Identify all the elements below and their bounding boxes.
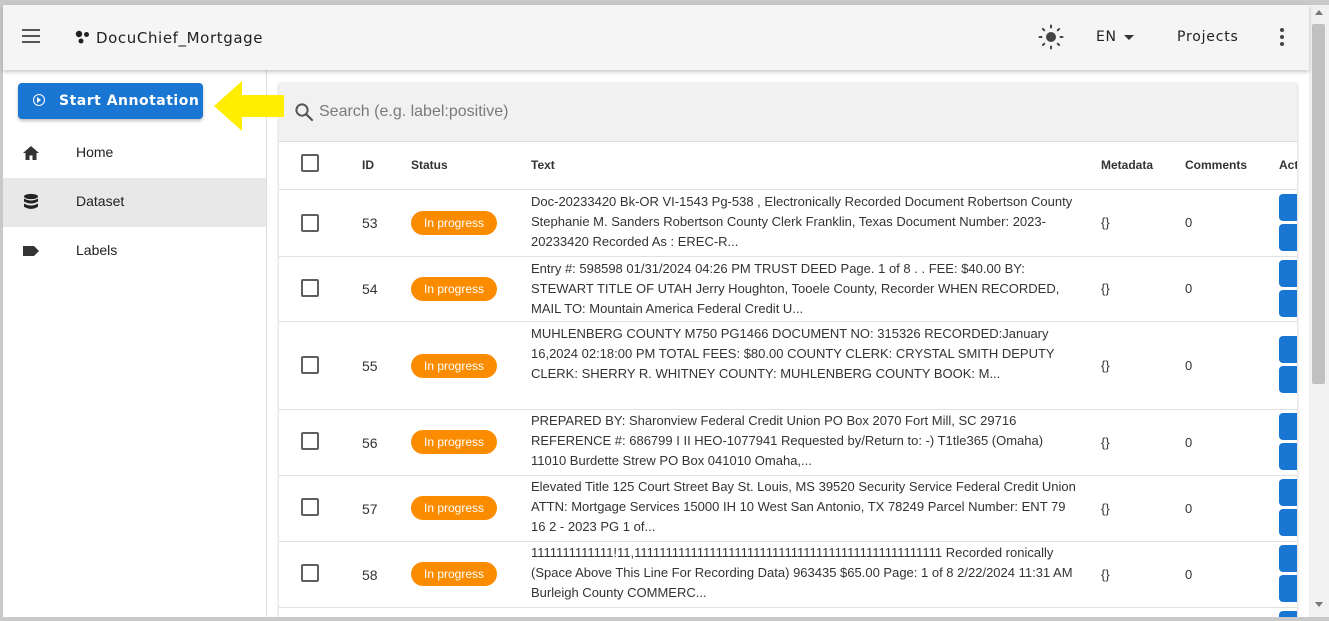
- row-checkbox[interactable]: [301, 356, 319, 374]
- play-circle-icon: [33, 94, 45, 106]
- row-annotate-button[interactable]: [1279, 509, 1297, 536]
- status-badge[interactable]: In progress: [411, 496, 497, 520]
- row-metadata: {}: [1101, 281, 1110, 296]
- row-comments: 0: [1185, 281, 1193, 296]
- row-comments: 0: [1185, 435, 1193, 450]
- app-bar: DocuChief_Mortgage EN Projects: [3, 5, 1309, 70]
- row-action-button[interactable]: [1279, 545, 1297, 572]
- table-row[interactable]: [279, 608, 1297, 617]
- status-badge[interactable]: In progress: [411, 430, 497, 454]
- row-metadata: {}: [1101, 501, 1110, 516]
- sidebar-item-label: Dataset: [76, 193, 125, 209]
- row-checkbox[interactable]: [301, 564, 319, 582]
- row-checkbox[interactable]: [301, 279, 319, 297]
- row-id: 56: [362, 435, 378, 451]
- row-action-button[interactable]: [1279, 260, 1297, 287]
- pointer-arrow-icon: [214, 81, 284, 131]
- row-checkbox[interactable]: [301, 214, 319, 232]
- column-header-status[interactable]: Status: [411, 158, 448, 172]
- row-id: 53: [362, 215, 378, 231]
- search-bar: [279, 83, 1297, 142]
- sidebar-item-label: Home: [76, 144, 114, 160]
- table-row[interactable]: 57 In progress Elevated Title 125 Court …: [279, 476, 1297, 542]
- row-metadata: {}: [1101, 215, 1110, 230]
- home-icon: [23, 146, 39, 160]
- scroll-up-icon[interactable]: [1315, 10, 1323, 15]
- table-row[interactable]: 55 In progress MUHLENBERG COUNTY M750 PG…: [279, 322, 1297, 410]
- row-action-button[interactable]: [1279, 336, 1297, 363]
- label-icon: [23, 246, 39, 256]
- language-label: EN: [1096, 29, 1117, 45]
- theme-toggle-icon[interactable]: [1037, 23, 1065, 51]
- status-badge[interactable]: In progress: [411, 211, 497, 235]
- table-row[interactable]: 58 In progress 1111111111111!11,11111111…: [279, 542, 1297, 608]
- status-badge[interactable]: In progress: [411, 354, 497, 378]
- scroll-down-icon[interactable]: [1315, 602, 1323, 607]
- row-id: 54: [362, 281, 378, 297]
- table-header: ID Status Text Metadata Comments Act: [279, 141, 1297, 190]
- row-annotate-button[interactable]: [1279, 575, 1297, 602]
- status-badge[interactable]: In progress: [411, 562, 497, 586]
- logo-icon: [75, 30, 89, 44]
- row-action-button[interactable]: [1279, 413, 1297, 440]
- menu-icon[interactable]: [19, 24, 43, 48]
- projects-button[interactable]: Projects: [1177, 29, 1239, 45]
- row-text: Doc-20233420 Bk-OR VI-1543 Pg-538 , Elec…: [531, 194, 1073, 249]
- row-comments: 0: [1185, 358, 1193, 373]
- row-id: 57: [362, 501, 378, 517]
- row-id: 58: [362, 567, 378, 583]
- vertical-scrollbar[interactable]: [1309, 5, 1329, 617]
- search-icon: [295, 103, 314, 122]
- search-input[interactable]: [319, 99, 919, 125]
- row-comments: 0: [1185, 501, 1193, 516]
- column-header-metadata[interactable]: Metadata: [1101, 158, 1153, 172]
- row-comments: 0: [1185, 215, 1193, 230]
- row-text: MUHLENBERG COUNTY M750 PG1466 DOCUMENT N…: [531, 326, 1055, 381]
- row-comments: 0: [1185, 567, 1193, 582]
- start-annotation-button[interactable]: Start Annotation: [18, 83, 203, 119]
- sidebar: Start Annotation Home Dataset Labels: [3, 70, 267, 617]
- language-select[interactable]: EN: [1096, 29, 1134, 45]
- row-annotate-button[interactable]: [1279, 366, 1297, 393]
- start-annotation-label: Start Annotation: [59, 93, 200, 109]
- table-row[interactable]: 53 In progress Doc-20233420 Bk-OR VI-154…: [279, 190, 1297, 257]
- scrollbar-thumb[interactable]: [1312, 24, 1325, 384]
- row-text: 1111111111111!11,11111111111111111111111…: [531, 545, 1073, 600]
- row-action-button[interactable]: [1279, 194, 1297, 221]
- sidebar-item-home[interactable]: Home: [3, 129, 266, 178]
- chevron-down-icon: [1123, 34, 1134, 40]
- sidebar-item-labels[interactable]: Labels: [3, 227, 266, 276]
- row-checkbox[interactable]: [301, 498, 319, 516]
- row-checkbox[interactable]: [301, 432, 319, 450]
- app-title[interactable]: DocuChief_Mortgage: [96, 29, 263, 47]
- table-row[interactable]: 56 In progress PREPARED BY: Sharonview F…: [279, 410, 1297, 476]
- row-annotate-button[interactable]: [1279, 224, 1297, 251]
- column-header-comments[interactable]: Comments: [1185, 158, 1247, 172]
- database-icon: [24, 193, 38, 209]
- row-text: Entry #: 598598 01/31/2024 04:26 PM TRUS…: [531, 261, 1060, 316]
- status-badge[interactable]: In progress: [411, 277, 497, 301]
- row-metadata: {}: [1101, 435, 1110, 450]
- row-text: PREPARED BY: Sharonview Federal Credit U…: [531, 413, 1044, 468]
- sidebar-item-label: Labels: [76, 242, 118, 258]
- row-action-button[interactable]: [1279, 479, 1297, 506]
- row-annotate-button[interactable]: [1279, 290, 1297, 317]
- row-metadata: {}: [1101, 567, 1110, 582]
- sidebar-item-dataset[interactable]: Dataset: [3, 178, 266, 227]
- select-all-checkbox[interactable]: [301, 154, 319, 172]
- table-row[interactable]: 54 In progress Entry #: 598598 01/31/202…: [279, 257, 1297, 322]
- row-annotate-button[interactable]: [1279, 443, 1297, 470]
- row-metadata: {}: [1101, 358, 1110, 373]
- more-vert-icon[interactable]: [1271, 25, 1291, 49]
- dataset-card: ID Status Text Metadata Comments Act 53 …: [279, 83, 1297, 617]
- row-text: Elevated Title 125 Court Street Bay St. …: [531, 479, 1076, 534]
- column-header-id[interactable]: ID: [362, 158, 374, 172]
- column-header-actions[interactable]: Act: [1279, 158, 1297, 172]
- row-id: 55: [362, 358, 378, 374]
- column-header-text[interactable]: Text: [531, 158, 555, 172]
